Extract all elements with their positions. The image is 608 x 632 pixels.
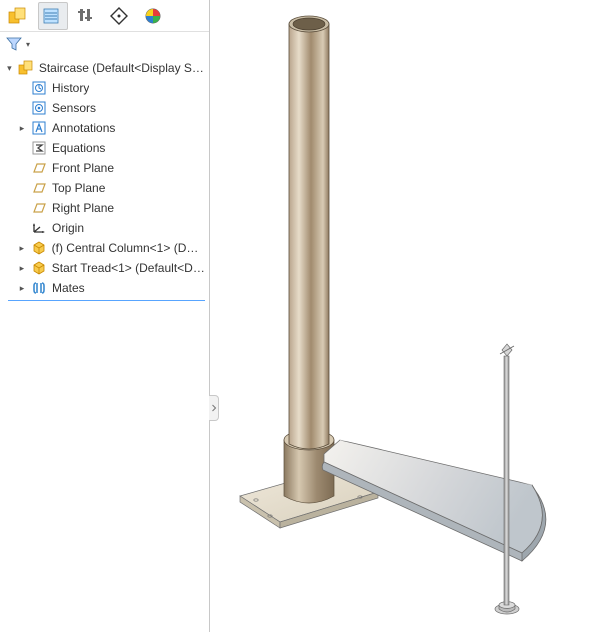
dimxpert-manager-tab[interactable] (106, 2, 136, 30)
property-manager-tab[interactable] (38, 2, 68, 30)
tree-node-label: Right Plane (52, 198, 114, 218)
expander-icon[interactable]: ▸ (16, 242, 28, 254)
tree-node-label: Origin (52, 218, 84, 238)
funnel-icon[interactable] (6, 36, 22, 52)
part-icon (30, 259, 48, 277)
manager-tabstrip (0, 0, 209, 32)
tree-node-start-tread[interactable]: ▸ Start Tread<1> (Default<Disp (0, 258, 209, 278)
display-manager-tab[interactable] (140, 2, 170, 30)
plane-icon (30, 179, 48, 197)
tree-node-mates[interactable]: ▸ Mates (0, 278, 209, 298)
tree-filter-row: ▾ (0, 32, 209, 56)
assembly-icon (8, 7, 26, 25)
mates-icon (30, 279, 48, 297)
central-column (289, 16, 329, 449)
expander-icon[interactable]: ▸ (16, 122, 28, 134)
equations-icon (30, 139, 48, 157)
tree-node-label: Start Tread<1> (Default<Disp (52, 258, 205, 278)
assembly-icon (17, 59, 35, 77)
feature-manager-tab[interactable] (4, 2, 34, 30)
plane-icon (30, 159, 48, 177)
plane-icon (30, 199, 48, 217)
property-icon (42, 7, 60, 25)
tree-node-right-plane[interactable]: ▸ Right Plane (0, 198, 209, 218)
tree-node-label: Equations (52, 138, 105, 158)
feature-tree: ▾ Staircase (Default<Display State-1 ▸ H… (0, 56, 209, 632)
tree-node-front-plane[interactable]: ▸ Front Plane (0, 158, 209, 178)
history-icon (30, 79, 48, 97)
tree-root[interactable]: ▾ Staircase (Default<Display State-1 (0, 58, 209, 78)
tree-node-sensors[interactable]: ▸ Sensors (0, 98, 209, 118)
tree-node-label: Annotations (52, 118, 115, 138)
configuration-manager-tab[interactable] (72, 2, 102, 30)
tree-node-label: Sensors (52, 98, 96, 118)
tree-node-label: Front Plane (52, 158, 114, 178)
panel-collapse-button[interactable] (209, 395, 219, 421)
part-icon (30, 239, 48, 257)
expander-icon[interactable]: ▸ (16, 262, 28, 274)
feature-tree-panel: ▾ ▾ Staircase (Default<Display State-1 ▸ (0, 0, 210, 632)
graphics-viewport[interactable] (210, 0, 608, 632)
tree-node-label: Top Plane (52, 178, 105, 198)
expander-icon[interactable]: ▸ (16, 282, 28, 294)
tree-node-equations[interactable]: ▸ Equations (0, 138, 209, 158)
model-render (210, 0, 608, 632)
tree-end-separator (8, 300, 205, 301)
chevron-right-icon (211, 402, 217, 414)
tree-node-origin[interactable]: ▸ Origin (0, 218, 209, 238)
expander-icon[interactable]: ▾ (4, 62, 15, 74)
tree-node-annotations[interactable]: ▸ Annotations (0, 118, 209, 138)
dimxpert-icon (110, 7, 128, 25)
config-icon (76, 7, 94, 25)
tree-root-label: Staircase (Default<Display State-1 (39, 58, 205, 78)
tree-node-label: Mates (52, 278, 85, 298)
sensors-icon (30, 99, 48, 117)
chevron-down-icon[interactable]: ▾ (26, 40, 30, 49)
tree-node-history[interactable]: ▸ History (0, 78, 209, 98)
display-icon (144, 7, 162, 25)
annotations-icon (30, 119, 48, 137)
tree-node-top-plane[interactable]: ▸ Top Plane (0, 178, 209, 198)
origin-icon (30, 219, 48, 237)
tree-node-label: (f) Central Column<1> (Defau (52, 238, 205, 258)
tree-node-label: History (52, 78, 89, 98)
tree-node-central-column[interactable]: ▸ (f) Central Column<1> (Defau (0, 238, 209, 258)
